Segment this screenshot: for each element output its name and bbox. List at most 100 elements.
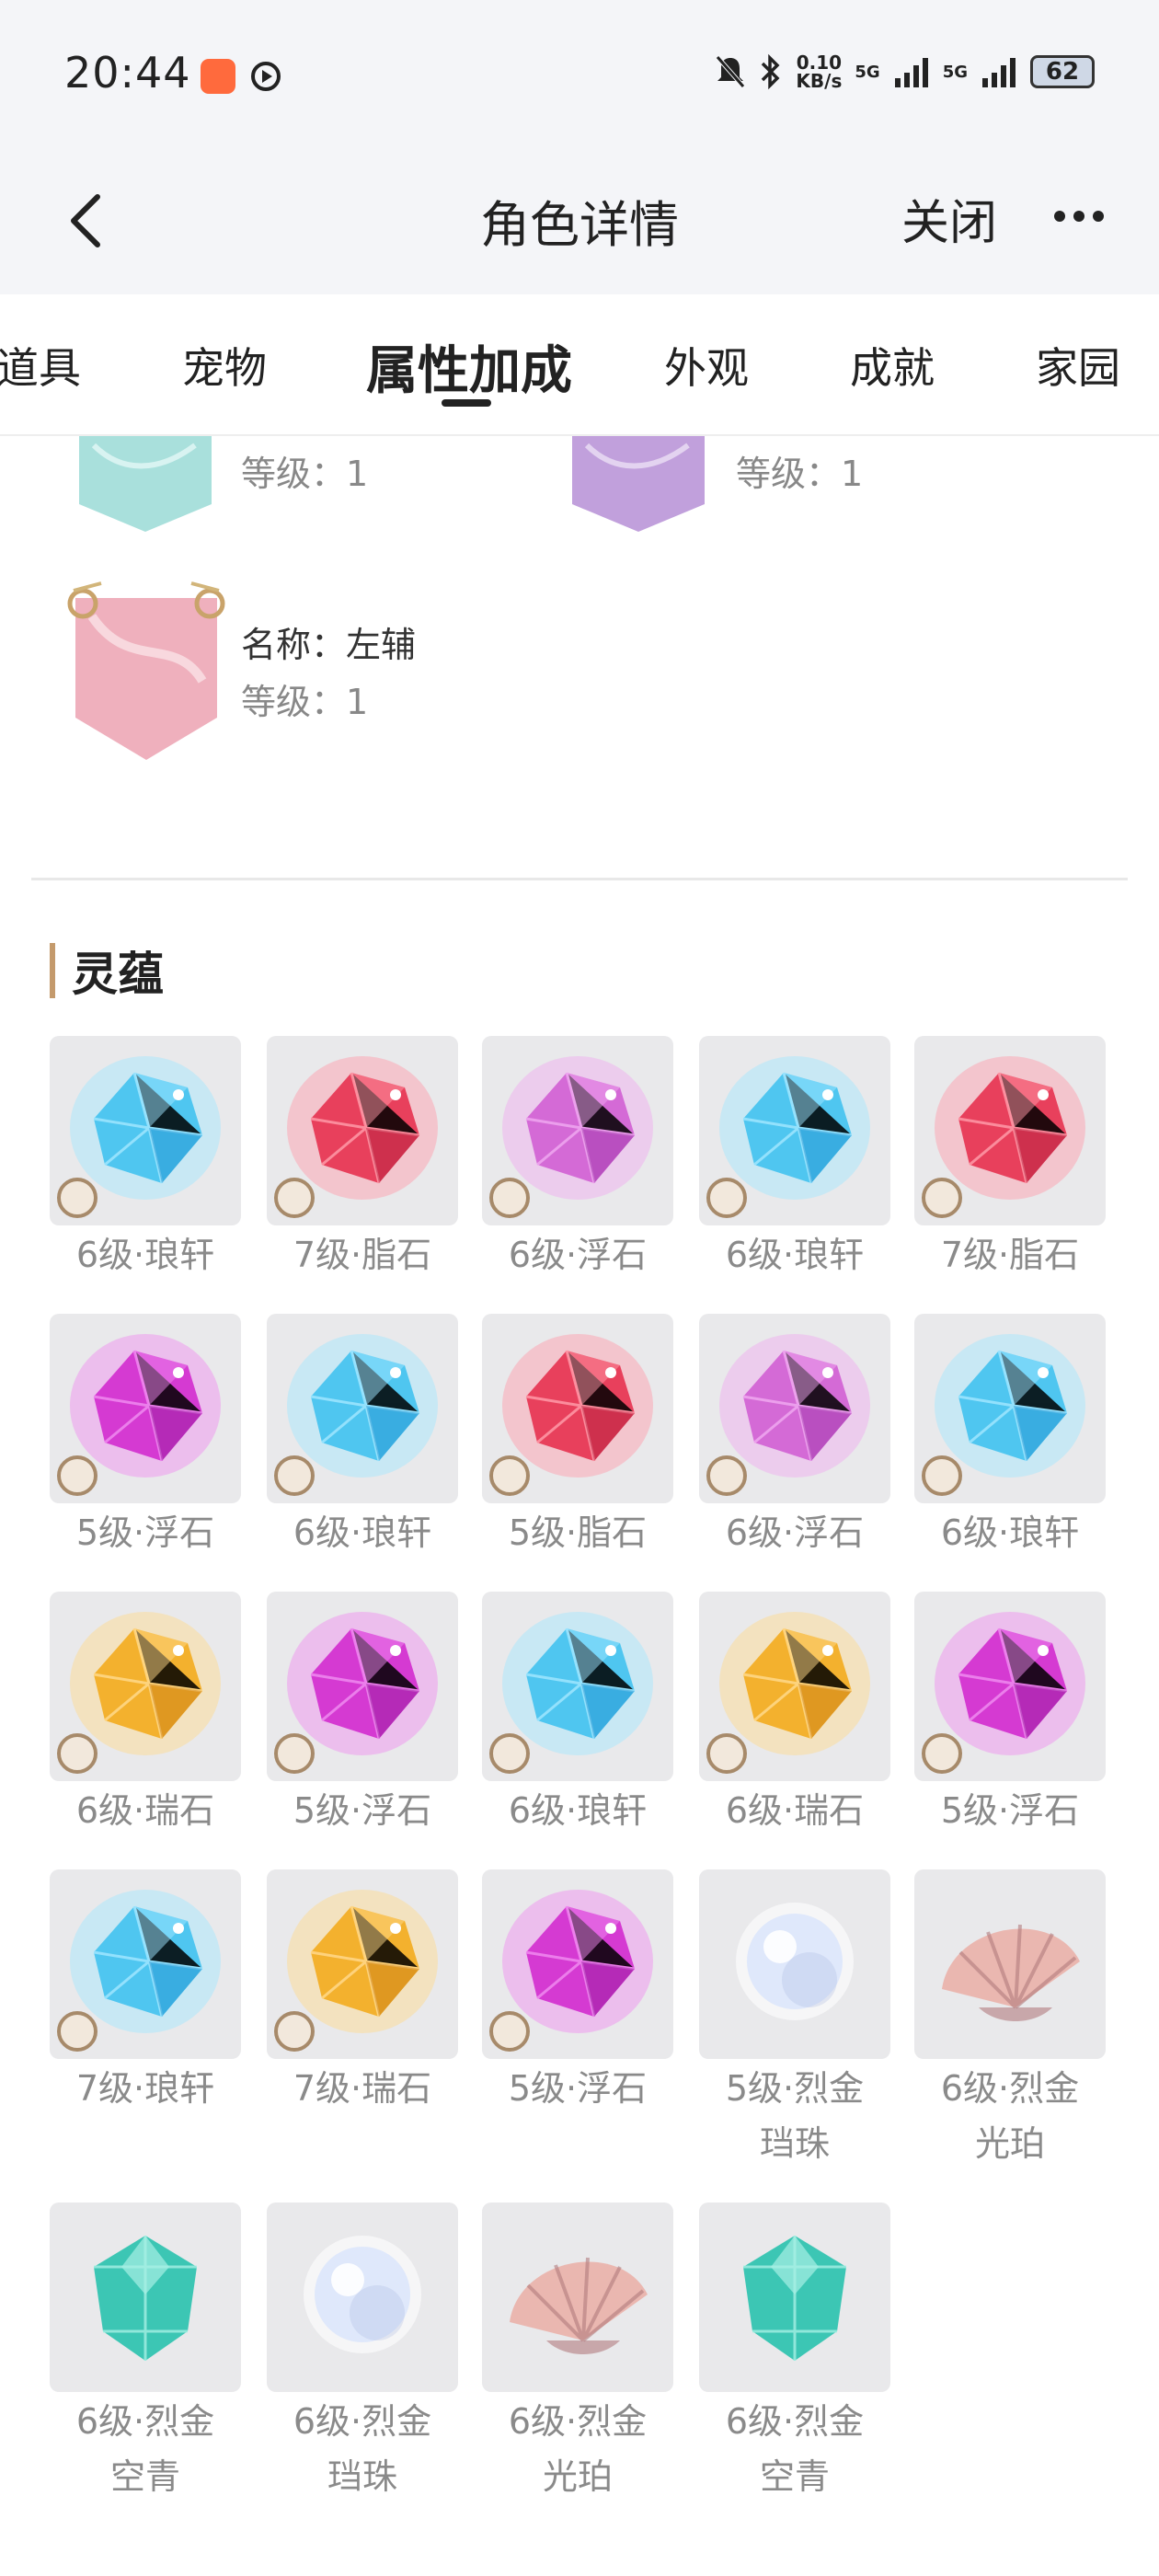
- gem-item[interactable]: 5级·脂石: [482, 1314, 673, 1560]
- section-header: 灵蕴: [50, 940, 164, 1001]
- gem-label: 5级·浮石: [508, 2068, 648, 2109]
- gem-label: 6级·烈金: [725, 2401, 865, 2442]
- gem-item[interactable]: 6级·琅轩: [50, 1036, 241, 1282]
- gem-label-line2: 光珀: [974, 2123, 1045, 2164]
- gem-image: [699, 1592, 890, 1781]
- badge-image-pink: [67, 581, 225, 760]
- gem-badge-icon: [489, 2011, 530, 2052]
- gem-badge-icon: [922, 1455, 962, 1496]
- gem-item[interactable]: 6级·烈金 空青: [699, 2202, 890, 2504]
- gem-label: 6级·琅轩: [940, 1512, 1080, 1553]
- gem-image: [50, 1592, 241, 1781]
- gem-image: [914, 1869, 1106, 2059]
- gem-image: [482, 1592, 673, 1781]
- gem-image: [699, 1869, 890, 2059]
- play-notification-icon: [251, 62, 281, 91]
- app-header: 角色详情 关闭: [0, 147, 1159, 294]
- gem-item[interactable]: 5级·浮石: [482, 1869, 673, 2116]
- gem-image: [50, 2202, 241, 2392]
- gem-label: 7级·脂石: [293, 1235, 432, 1275]
- gem-image: [482, 1036, 673, 1225]
- gem-image: [914, 1592, 1106, 1781]
- signal-bars-icon-2: [982, 58, 1016, 87]
- gem-label: 5级·浮石: [940, 1790, 1080, 1831]
- gem-badge-icon: [489, 1455, 530, 1496]
- status-right-group: 0.10 KB/s 5G 5G 62: [715, 53, 1095, 90]
- gem-label: 6级·瑞石: [725, 1790, 865, 1831]
- tab-items[interactable]: 道具: [0, 335, 81, 396]
- gem-label: 7级·脂石: [940, 1235, 1080, 1275]
- bluetooth-icon: [762, 53, 780, 90]
- gem-badge-icon: [489, 1733, 530, 1774]
- gem-badge-icon: [489, 1178, 530, 1218]
- badge-name-3: 名称：左辅: [241, 625, 417, 665]
- gem-label: 6级·琅轩: [75, 1235, 215, 1275]
- tab-attributes[interactable]: 属性加成: [366, 329, 572, 404]
- gem-item[interactable]: 6级·琅轩: [267, 1314, 458, 1560]
- gem-badge-icon: [274, 1178, 315, 1218]
- gem-item[interactable]: 6级·瑞石: [50, 1592, 241, 1838]
- status-bar: 20:44 0.10 KB/s 5G 5G 62: [0, 0, 1159, 147]
- gem-label-line2: 珰珠: [327, 2456, 397, 2497]
- tab-achievements[interactable]: 成就: [850, 335, 935, 396]
- battery-indicator: 62: [1030, 55, 1095, 88]
- gem-label-line2: 珰珠: [759, 2123, 830, 2164]
- gem-badge-icon: [922, 1178, 962, 1218]
- gem-item[interactable]: 6级·烈金 光珀: [914, 1869, 1106, 2171]
- signal-5g-2: 5G: [942, 62, 968, 82]
- more-menu-icon[interactable]: [1047, 193, 1111, 239]
- gem-item[interactable]: 7级·琅轩: [50, 1869, 241, 2116]
- gem-label: 6级·浮石: [725, 1512, 865, 1553]
- gem-item[interactable]: 6级·浮石: [482, 1036, 673, 1282]
- active-tab-indicator: [442, 399, 491, 407]
- gem-item[interactable]: 6级·瑞石: [699, 1592, 890, 1838]
- gem-image: [482, 1869, 673, 2059]
- gem-image: [267, 2202, 458, 2392]
- gem-label: 6级·烈金: [293, 2401, 432, 2442]
- tab-bar: 道具 宠物 属性加成 外观 成就 家园: [0, 294, 1159, 436]
- gem-image: [267, 1314, 458, 1503]
- close-button[interactable]: 关闭: [901, 184, 997, 253]
- gem-label: 6级·琅轩: [508, 1790, 648, 1831]
- tab-appearance[interactable]: 外观: [664, 335, 749, 396]
- net-speed: 0.10 KB/s: [796, 52, 843, 92]
- gem-label: 6级·琅轩: [293, 1512, 432, 1553]
- gem-label: 7级·琅轩: [75, 2068, 215, 2109]
- tab-home[interactable]: 家园: [1036, 335, 1120, 396]
- gem-image: [699, 1314, 890, 1503]
- gem-item[interactable]: 5级·浮石: [267, 1592, 458, 1838]
- gem-image: [50, 1869, 241, 2059]
- status-time: 20:44: [64, 48, 191, 98]
- signal-5g-1: 5G: [855, 62, 880, 82]
- gem-item[interactable]: 6级·琅轩: [914, 1314, 1106, 1560]
- gem-item[interactable]: 5级·烈金珰珠: [699, 1869, 890, 2171]
- gem-item[interactable]: 6级·烈金 空青: [50, 2202, 241, 2504]
- gem-image: [267, 1592, 458, 1781]
- gem-item[interactable]: 7级·瑞石: [267, 1869, 458, 2116]
- gem-item[interactable]: 7级·脂石: [914, 1036, 1106, 1282]
- section-title: 灵蕴: [72, 948, 164, 1001]
- gem-label: 5级·浮石: [75, 1512, 215, 1553]
- gem-label: 6级·烈金: [508, 2401, 648, 2442]
- gem-badge-icon: [274, 1455, 315, 1496]
- gem-label-line2: 光珀: [542, 2456, 613, 2497]
- gem-item[interactable]: 7级·脂石: [267, 1036, 458, 1282]
- gem-item[interactable]: 6级·烈金珰珠: [267, 2202, 458, 2504]
- gem-image: [267, 1036, 458, 1225]
- gem-image: [914, 1314, 1106, 1503]
- gem-image: [699, 2202, 890, 2392]
- tab-pets[interactable]: 宠物: [182, 335, 267, 396]
- gem-label: 7级·瑞石: [293, 2068, 432, 2109]
- gem-image: [267, 1869, 458, 2059]
- gem-item[interactable]: 6级·琅轩: [482, 1592, 673, 1838]
- mute-bell-icon: [716, 55, 746, 88]
- gem-item[interactable]: 6级·烈金光珀: [482, 2202, 673, 2504]
- gem-label: 5级·烈金: [725, 2068, 865, 2109]
- gem-item[interactable]: 6级·浮石: [699, 1314, 890, 1560]
- gem-item[interactable]: 6级·琅轩: [699, 1036, 890, 1282]
- gem-item[interactable]: 5级·浮石: [50, 1314, 241, 1560]
- gem-label: 6级·浮石: [508, 1235, 648, 1275]
- gem-badge-icon: [706, 1455, 747, 1496]
- gem-image: [50, 1314, 241, 1503]
- gem-item[interactable]: 5级·浮石: [914, 1592, 1106, 1838]
